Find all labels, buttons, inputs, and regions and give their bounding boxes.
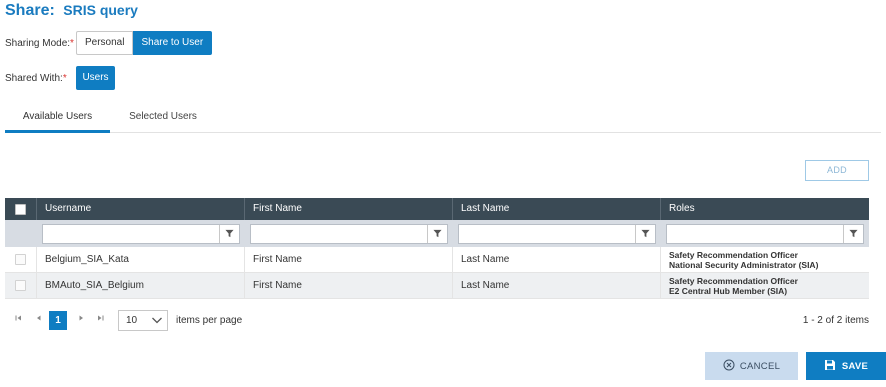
- header-checkbox-cell: [5, 198, 37, 220]
- first-name-filter-input[interactable]: [250, 223, 448, 244]
- cell-last-name: Last Name: [453, 247, 661, 272]
- filter-spacer: [5, 220, 37, 247]
- users-tabs: Available Users Selected Users: [5, 104, 881, 133]
- column-header-first-name[interactable]: First Name: [245, 198, 453, 220]
- row-checkbox-cell: [5, 247, 37, 272]
- role-item: E2 Central Hub Member (SIA): [669, 285, 788, 296]
- save-label: SAVE: [841, 360, 869, 372]
- table-row[interactable]: Belgium_SIA_Kata First Name Last Name Sa…: [5, 247, 869, 273]
- filter-icon[interactable]: [843, 224, 863, 243]
- pager-info: 1 - 2 of 2 items: [802, 315, 869, 326]
- page-title: Share: SRIS query: [5, 2, 138, 20]
- column-header-username[interactable]: Username: [37, 198, 245, 220]
- row-checkbox[interactable]: [15, 254, 26, 265]
- last-name-filter-input[interactable]: [458, 223, 656, 244]
- sharing-mode-label: Sharing Mode:*: [5, 38, 74, 49]
- roles-filter-input[interactable]: [666, 223, 864, 244]
- shared-with-label-text: Shared With:: [5, 73, 63, 84]
- pager: 1 10 items per page 1 - 2 of 2 items: [5, 309, 869, 333]
- cell-last-name: Last Name: [453, 273, 661, 298]
- cell-roles: Safety Recommendation Officer National S…: [661, 247, 869, 272]
- required-mark: *: [62, 73, 67, 84]
- filter-row: [5, 220, 869, 247]
- close-circle-icon: [723, 359, 735, 374]
- tab-selected-users[interactable]: Selected Users: [121, 104, 205, 133]
- filter-cell-first-name: [245, 220, 453, 247]
- role-item: Safety Recommendation Officer: [669, 249, 798, 260]
- cell-roles: Safety Recommendation Officer E2 Central…: [661, 273, 869, 298]
- users-grid: Username First Name Last Name Roles Belg…: [5, 198, 869, 299]
- roles-list: Safety Recommendation Officer National S…: [669, 250, 818, 270]
- items-per-page-label: items per page: [176, 315, 243, 326]
- page-size-select[interactable]: 10: [118, 310, 168, 331]
- username-filter-input[interactable]: [42, 223, 240, 244]
- last-page-icon[interactable]: [94, 313, 106, 327]
- tab-available-users[interactable]: Available Users: [5, 104, 110, 133]
- filter-icon[interactable]: [635, 224, 655, 243]
- grid-header: Username First Name Last Name Roles: [5, 198, 869, 220]
- cell-username: BMAuto_SIA_Belgium: [37, 273, 245, 298]
- first-page-icon[interactable]: [13, 313, 25, 327]
- previous-page-icon[interactable]: [33, 313, 45, 327]
- cancel-button[interactable]: CANCEL: [705, 352, 798, 380]
- filter-cell-last-name: [453, 220, 661, 247]
- shared-with-label: Shared With:*: [5, 73, 67, 84]
- personal-option-button[interactable]: Personal: [76, 31, 134, 55]
- chevron-down-icon: [150, 313, 164, 330]
- cell-username: Belgium_SIA_Kata: [37, 247, 245, 272]
- current-page-button[interactable]: 1: [49, 311, 67, 330]
- share-to-user-option-button[interactable]: Share to User: [133, 31, 213, 55]
- sharing-mode-toggle: Personal Share to User: [76, 31, 213, 55]
- query-name: SRIS query: [63, 2, 138, 18]
- next-page-icon[interactable]: [75, 313, 87, 327]
- column-header-last-name[interactable]: Last Name: [453, 198, 661, 220]
- filter-cell-roles: [661, 220, 869, 247]
- roles-list: Safety Recommendation Officer E2 Central…: [669, 276, 798, 296]
- cell-first-name: First Name: [245, 247, 453, 272]
- select-all-checkbox[interactable]: [15, 203, 26, 215]
- column-header-roles[interactable]: Roles: [661, 198, 869, 220]
- sharing-mode-label-text: Sharing Mode:: [5, 38, 71, 49]
- title-prefix: Share:: [5, 2, 55, 19]
- row-checkbox-cell: [5, 273, 37, 298]
- filter-icon[interactable]: [427, 224, 447, 243]
- page-size-value: 10: [126, 315, 138, 326]
- role-item: National Security Administrator (SIA): [669, 259, 819, 270]
- row-checkbox[interactable]: [15, 280, 26, 291]
- role-item: Safety Recommendation Officer: [669, 275, 798, 286]
- save-button[interactable]: SAVE: [806, 352, 886, 380]
- save-icon: [824, 359, 836, 374]
- filter-icon[interactable]: [219, 224, 239, 243]
- users-button[interactable]: Users: [76, 66, 115, 90]
- required-mark: *: [70, 38, 74, 49]
- cancel-label: CANCEL: [739, 360, 781, 372]
- add-button[interactable]: ADD: [805, 160, 869, 181]
- filter-cell-username: [37, 220, 245, 247]
- cell-first-name: First Name: [245, 273, 453, 298]
- table-row[interactable]: BMAuto_SIA_Belgium First Name Last Name …: [5, 273, 869, 299]
